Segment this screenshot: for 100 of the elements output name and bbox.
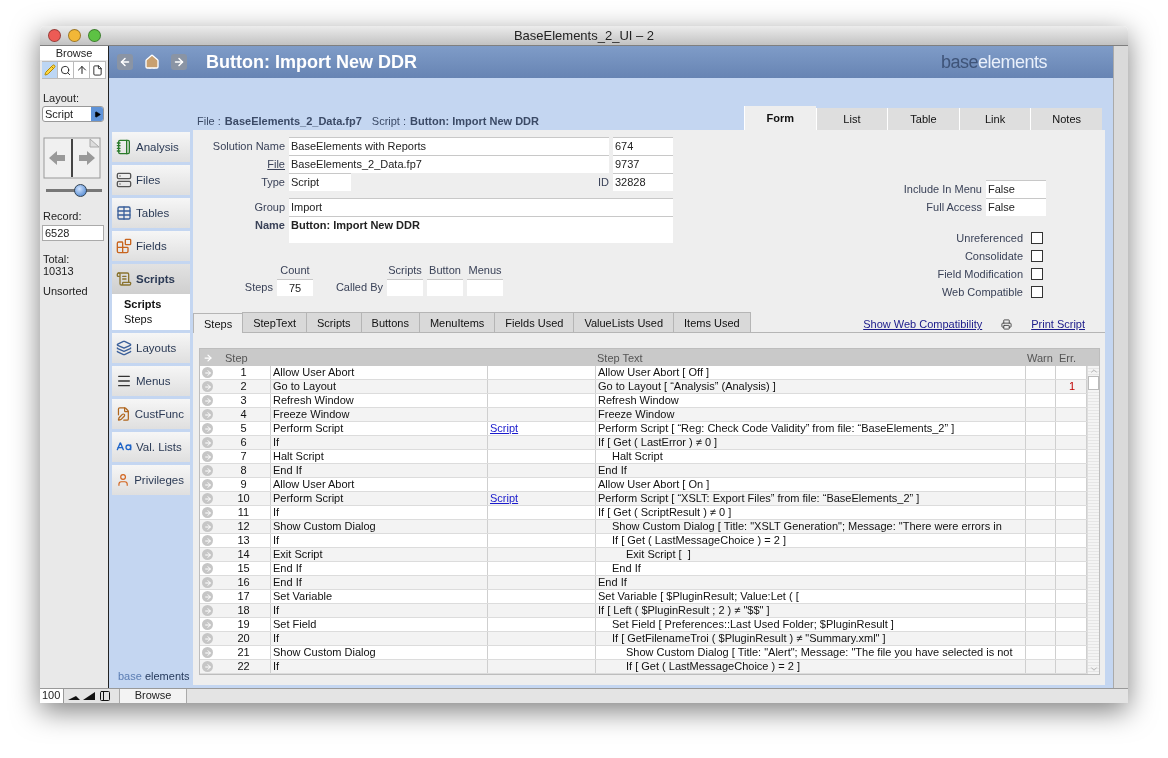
minimize-button[interactable]: [68, 29, 81, 42]
row-go-button[interactable]: [202, 367, 213, 378]
submenu-item[interactable]: Scripts: [124, 297, 190, 312]
row-label: Steps: [243, 280, 273, 295]
link[interactable]: Show Web Compatibility: [863, 318, 983, 330]
blocks-icon: [116, 238, 132, 254]
checkbox[interactable]: [1031, 268, 1043, 280]
type-field[interactable]: Script: [289, 173, 351, 191]
step-text: Show Custom Dialog [ Title: "Alert"; Message: "The file you have selected is not: [596, 646, 1026, 659]
count-field[interactable]: [427, 279, 463, 296]
detail-tab[interactable]: MenuItems: [418, 312, 496, 332]
option-field[interactable]: False: [986, 198, 1046, 216]
forward-button[interactable]: [171, 54, 187, 70]
row-go-button[interactable]: [202, 381, 213, 392]
sidebar-item[interactable]: Menus: [112, 366, 190, 396]
view-tab[interactable]: Table: [887, 108, 959, 130]
mode-button[interactable]: [58, 62, 74, 78]
row-go-button[interactable]: [202, 591, 213, 602]
row-go-button[interactable]: [202, 577, 213, 588]
column-header: Step Text: [596, 351, 644, 364]
row-go-button[interactable]: [202, 423, 213, 434]
row-go-button[interactable]: [202, 493, 213, 504]
row-go-button[interactable]: [202, 479, 213, 490]
checkbox[interactable]: [1031, 286, 1043, 298]
id-field[interactable]: 32828: [613, 173, 673, 191]
layers-icon: [116, 340, 132, 356]
name-field[interactable]: Button: Import New DDR: [289, 216, 673, 243]
row-go-button[interactable]: [202, 451, 213, 462]
detail-tab[interactable]: Items Used: [673, 312, 751, 332]
sidebar-item[interactable]: Scripts: [112, 264, 190, 294]
slider-thumb[interactable]: [73, 184, 87, 197]
submenu-item[interactable]: Steps: [124, 312, 190, 327]
script-link[interactable]: Script: [488, 422, 596, 435]
link[interactable]: Print Script: [1031, 318, 1085, 330]
group-field[interactable]: Import: [289, 198, 673, 216]
arrow-right-icon: [203, 592, 212, 601]
row-go-button[interactable]: [202, 605, 213, 616]
file-field[interactable]: BaseElements_2_Data.fp7: [289, 155, 609, 173]
row-go-button[interactable]: [202, 507, 213, 518]
row-go-button[interactable]: [202, 633, 213, 644]
zoom-in-icon[interactable]: [82, 691, 96, 701]
solution-name-field[interactable]: BaseElements with Reports: [289, 137, 609, 155]
count-field[interactable]: [387, 279, 423, 296]
detail-tab[interactable]: StepText: [242, 312, 307, 332]
row-go-button[interactable]: [202, 661, 213, 672]
sidebar-item[interactable]: Analysis: [112, 132, 190, 162]
home-button[interactable]: [142, 54, 162, 70]
count-field[interactable]: [467, 279, 503, 296]
row-go-button[interactable]: [202, 647, 213, 658]
checkbox[interactable]: [1031, 250, 1043, 262]
detail-tab[interactable]: ValueLists Used: [573, 312, 675, 332]
sidebar-item[interactable]: Layouts: [112, 333, 190, 363]
sidebar-item[interactable]: Val. Lists: [112, 432, 190, 462]
detail-tab[interactable]: Fields Used: [494, 312, 575, 332]
arrow-right-icon: [203, 494, 212, 503]
logo: baseelements: [940, 51, 1047, 73]
row-go-button[interactable]: [202, 465, 213, 476]
panel-toggle-icon[interactable]: [99, 690, 111, 702]
row-go-button[interactable]: [202, 619, 213, 630]
view-tab[interactable]: Form: [744, 106, 816, 130]
detail-tab[interactable]: Steps: [193, 313, 244, 333]
row-go-button[interactable]: [202, 549, 213, 560]
record-field[interactable]: 6528: [42, 225, 104, 241]
script-link[interactable]: Script: [488, 492, 596, 505]
row-go-button[interactable]: [202, 535, 213, 546]
view-tab[interactable]: List: [815, 108, 888, 130]
scrollbar[interactable]: [1087, 366, 1099, 674]
back-button[interactable]: [117, 54, 133, 70]
view-tab[interactable]: Link: [958, 108, 1031, 130]
scroll-thumb[interactable]: [1088, 376, 1099, 390]
number-field[interactable]: 674: [613, 137, 673, 155]
layout-dropdown[interactable]: Script: [42, 106, 104, 122]
arrow-right-icon: [203, 550, 212, 559]
zoom-level[interactable]: 100: [40, 689, 64, 703]
checkbox[interactable]: [1031, 232, 1043, 244]
sidebar-item[interactable]: Fields: [112, 231, 190, 261]
detail-tab[interactable]: Scripts: [305, 312, 362, 332]
close-button[interactable]: [48, 29, 61, 42]
row-go-button[interactable]: [202, 437, 213, 448]
step-number: 16: [215, 576, 271, 589]
sidebar-item[interactable]: Files: [112, 165, 190, 195]
file-link[interactable]: File: [267, 155, 285, 173]
arrow-right-icon: [203, 564, 212, 573]
number-field[interactable]: 9737: [613, 155, 673, 173]
mode-button[interactable]: [90, 62, 106, 78]
field-label: Group: [253, 200, 285, 215]
sidebar-item[interactable]: Privileges: [112, 465, 190, 495]
step-text: Perform Script [ “Reg: Check Code Validity” from file: “BaseElements_2” ]: [596, 422, 1026, 435]
total-label: Total:: [42, 253, 71, 265]
sidebar-item[interactable]: CustFunc: [112, 399, 190, 429]
detail-tab[interactable]: Buttons: [360, 312, 420, 332]
zoom-button[interactable]: [88, 29, 101, 42]
row-go-button[interactable]: [202, 395, 213, 406]
row-go-button[interactable]: [202, 563, 213, 574]
row-go-button[interactable]: [202, 409, 213, 420]
option-field[interactable]: False: [986, 180, 1046, 198]
view-tab[interactable]: Notes: [1030, 108, 1102, 130]
steps-count-field[interactable]: 75: [277, 279, 313, 296]
row-go-button[interactable]: [202, 521, 213, 532]
sidebar-item[interactable]: Tables: [112, 198, 190, 228]
